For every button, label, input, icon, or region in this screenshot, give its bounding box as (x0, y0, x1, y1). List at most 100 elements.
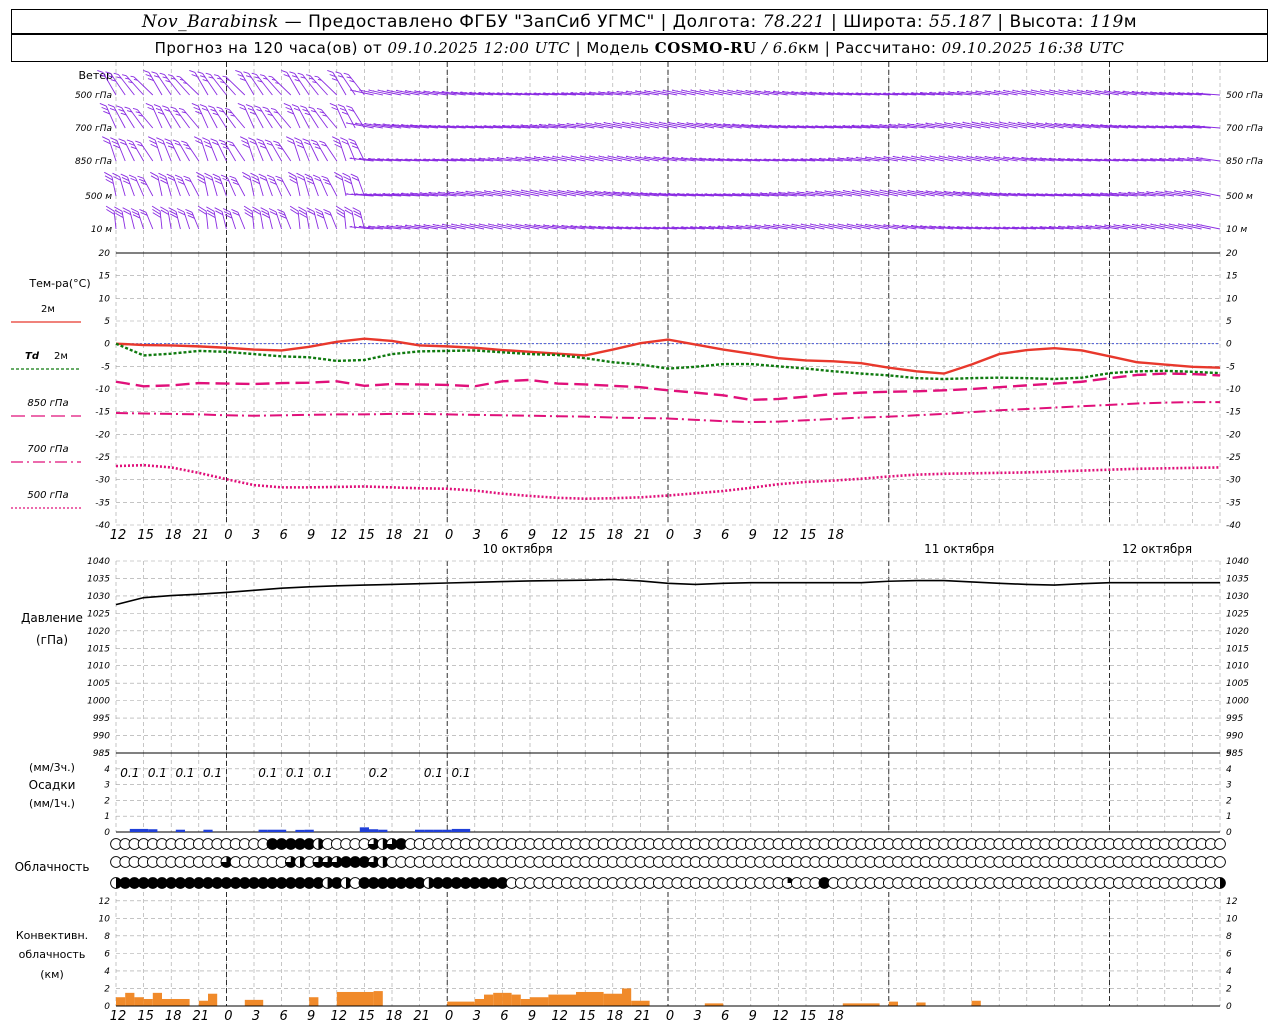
wind-barb (166, 173, 181, 197)
date-label: 10 октября (483, 542, 553, 556)
y-tick-right: 1015 (1226, 644, 1249, 654)
precip-bar (424, 829, 434, 832)
y-tick-right: 10 (1226, 294, 1238, 304)
x-tick-label: 18 (827, 1009, 844, 1024)
convective-bar (971, 1000, 981, 1006)
x-tick-label: 15 (800, 528, 817, 543)
convective-bar (548, 994, 576, 1006)
y-tick-right: 1025 (1226, 609, 1249, 619)
convective-bar (447, 1001, 475, 1006)
y-tick-left: -10 (95, 385, 110, 395)
y-tick-right: 1 (1226, 812, 1232, 822)
wind-level-label-left: 10 м (91, 225, 112, 235)
wind-barb (258, 173, 273, 197)
date-label: 12 октября (1122, 542, 1192, 556)
y-tick-left: -15 (95, 408, 110, 418)
legend-label: 2м (54, 351, 68, 362)
wind-barb (321, 175, 338, 197)
convective-bar (134, 997, 144, 1006)
legend-label: 700 гПа (27, 444, 68, 455)
y-tick-left: 15 (99, 272, 111, 282)
wind-barb (213, 74, 236, 96)
precip-3h-label: 0.1 (203, 766, 222, 780)
wind-barb (275, 175, 292, 197)
legend-t850: 850 гПа (11, 398, 81, 417)
wind-level-label-right: 850 гПа (1226, 157, 1263, 167)
x-tick-label: 0 (445, 528, 453, 543)
wind-barb (296, 172, 310, 197)
y-tick-left: 1015 (87, 644, 110, 654)
y-tick-right: 995 (1226, 714, 1243, 724)
y-tick-right: 5 (1226, 749, 1232, 759)
wind-barb (250, 172, 264, 197)
convective-title: Конвективн. (16, 929, 88, 942)
wind-barb (150, 171, 163, 197)
wind-barb (204, 172, 218, 197)
y-tick-right: 1030 (1226, 592, 1249, 602)
x-tick-label: 9 (528, 528, 536, 543)
x-tick-label: 21 (193, 528, 210, 543)
precip-bar (148, 829, 158, 832)
precip-unit-3h: (мм/3ч.) (29, 761, 75, 774)
temp-x-axis: 12 15 18 21 0 3 6 9 12 15 18 21 0 3 6 9 12 15 18 21 0 3 6 9 12 15… (110, 528, 1192, 556)
x-tick-label: 15 (137, 528, 154, 543)
x-tick-label: 12 (772, 1009, 789, 1024)
legend-label: 2м (41, 304, 55, 315)
precip-bar (203, 829, 213, 832)
y-tick-left: 1020 (87, 627, 110, 637)
x-tick-label: 18 (607, 528, 624, 543)
wind-barb (229, 175, 246, 197)
y-tick-left: 8 (104, 932, 110, 942)
wind-barb (277, 209, 292, 230)
precipitation-panel: (мм/3ч.) Осадки (мм/1ч.) 0.1 0.1 0.1 0.1 0.1 0.1… (29, 761, 471, 832)
y-tick-left: 990 (93, 732, 110, 742)
convective-unit: (км) (40, 968, 64, 981)
wind-barb (139, 209, 154, 230)
convective-bar (493, 992, 503, 1006)
x-tick-label: 9 (749, 528, 757, 543)
convective-bar (208, 993, 218, 1006)
y-tick-left: 1010 (87, 662, 110, 672)
cloud-row-upper (110, 838, 1226, 850)
y-tick-right: 5 (1226, 317, 1232, 327)
y-tick-right: 12 (1226, 897, 1238, 907)
bottom-x-axis: 12 15 18 21 0 3 6 9 12 15 18 21 0 3 6 9 12 15 18 21 0 3 6 9 12 15… (110, 1009, 844, 1024)
wind-barb (235, 70, 255, 96)
pressure-unit: (гПа) (36, 633, 68, 647)
convective-panel: Конвективн.облачность(км)12 15 18 21 0 3 6 9 12 1… (16, 929, 1220, 1024)
y-tick-left: 2 (104, 796, 110, 806)
wind-barb (196, 171, 209, 197)
x-tick-label: 6 (500, 528, 508, 543)
wind-barb (143, 70, 163, 96)
y-tick-left: -35 (95, 498, 110, 508)
x-tick-label: 18 (607, 1009, 624, 1024)
x-tick-label: 12 (772, 528, 789, 543)
wind-level-label-left: 700 гПа (75, 124, 112, 134)
wind-level-label-right: 700 гПа (1226, 124, 1263, 134)
cloudiness-panel: Облачность (15, 838, 1226, 889)
x-tick-label: 15 (137, 1009, 154, 1024)
wind-barb (259, 74, 282, 96)
x-tick-label: 3 (693, 1009, 701, 1024)
wind-barb (112, 172, 126, 197)
y-tick-left: -20 (95, 430, 110, 440)
convective-bar (116, 997, 126, 1006)
y-tick-left: 2 (104, 984, 110, 994)
wind-barb (130, 208, 145, 230)
x-tick-label: 15 (358, 528, 375, 543)
y-tick-right: 0 (1226, 340, 1232, 350)
convective-bar (336, 991, 374, 1006)
precip-bar (369, 829, 379, 832)
x-tick-label: 9 (307, 1009, 315, 1024)
precip-bar (415, 829, 425, 832)
convective-bar (474, 998, 484, 1006)
x-tick-label: 18 (165, 1009, 182, 1024)
wind-barb (304, 173, 319, 197)
precip-bar (267, 829, 277, 832)
wind-barb (312, 174, 329, 197)
y-tick-right: 8 (1226, 932, 1232, 942)
cloud-symbol (1214, 838, 1226, 850)
y-tick-right: 0 (1226, 828, 1232, 838)
x-tick-label: 18 (827, 528, 844, 543)
convective-bar (152, 992, 162, 1006)
